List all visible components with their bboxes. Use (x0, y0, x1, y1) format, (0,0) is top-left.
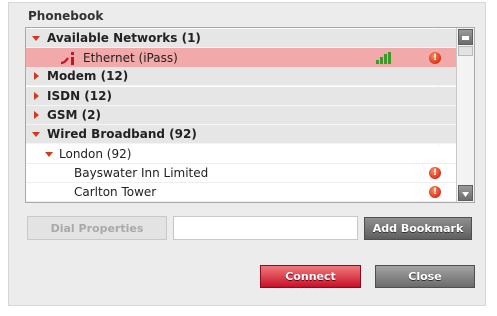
add-bookmark-button[interactable]: Add Bookmark (364, 217, 472, 240)
group-available-networks[interactable]: Available Networks (1) (26, 29, 456, 48)
row-label: GSM (2) (47, 108, 101, 122)
arrow-down-icon (462, 192, 469, 197)
collapsed-arrow-icon[interactable] (34, 72, 39, 80)
signal-bars-icon (376, 52, 391, 64)
button-label: Dial Properties (50, 221, 144, 235)
group-gsm[interactable]: GSM (2) (26, 106, 456, 125)
scroll-up-button[interactable] (458, 29, 473, 45)
row-label: Bayswater Inn Limited (74, 166, 209, 180)
row-label: ISDN (12) (47, 89, 112, 103)
row-label: Wired Broadband (92) (47, 127, 197, 141)
expanded-arrow-icon[interactable] (32, 131, 40, 137)
ethernet-connection-icon (60, 51, 74, 65)
close-button[interactable]: Close (375, 265, 475, 288)
error-icon: ! (429, 186, 441, 198)
scroll-thumb[interactable] (458, 46, 473, 56)
button-label: Close (408, 270, 442, 283)
error-icon: ! (429, 52, 441, 64)
row-label: Carlton Tower (74, 185, 157, 199)
expanded-arrow-icon[interactable] (32, 35, 40, 41)
bookmark-name-field[interactable] (173, 216, 358, 240)
connect-button[interactable]: Connect (260, 265, 361, 288)
subgroup-london[interactable]: London (92) (26, 145, 456, 164)
button-label: Add Bookmark (372, 222, 464, 235)
vertical-scrollbar[interactable] (456, 28, 474, 202)
row-label: Modem (12) (47, 69, 129, 83)
arrow-up-icon (462, 36, 469, 40)
phonebook-list[interactable]: Available Networks (1) Ethernet (iPass) … (25, 27, 475, 203)
collapsed-arrow-icon[interactable] (34, 92, 39, 100)
location-carlton-tower[interactable]: Carlton Tower ! (26, 183, 456, 202)
location-bayswater-inn[interactable]: Bayswater Inn Limited ! (26, 164, 456, 183)
dial-properties-button[interactable]: Dial Properties (27, 216, 167, 240)
row-label: London (92) (59, 147, 132, 161)
phonebook-title: Phonebook (28, 9, 104, 23)
row-label: Available Networks (1) (47, 31, 201, 45)
group-modem[interactable]: Modem (12) (26, 67, 456, 86)
group-isdn[interactable]: ISDN (12) (26, 87, 456, 106)
scroll-down-button[interactable] (458, 185, 473, 201)
button-label: Connect (285, 270, 336, 283)
connection-ethernet-ipass[interactable]: Ethernet (iPass) ! (26, 48, 456, 67)
collapsed-arrow-icon[interactable] (34, 111, 39, 119)
error-icon: ! (429, 167, 441, 179)
group-wired-broadband[interactable]: Wired Broadband (92) (26, 125, 456, 144)
row-label: Ethernet (iPass) (83, 50, 178, 65)
expanded-arrow-icon[interactable] (45, 151, 53, 157)
